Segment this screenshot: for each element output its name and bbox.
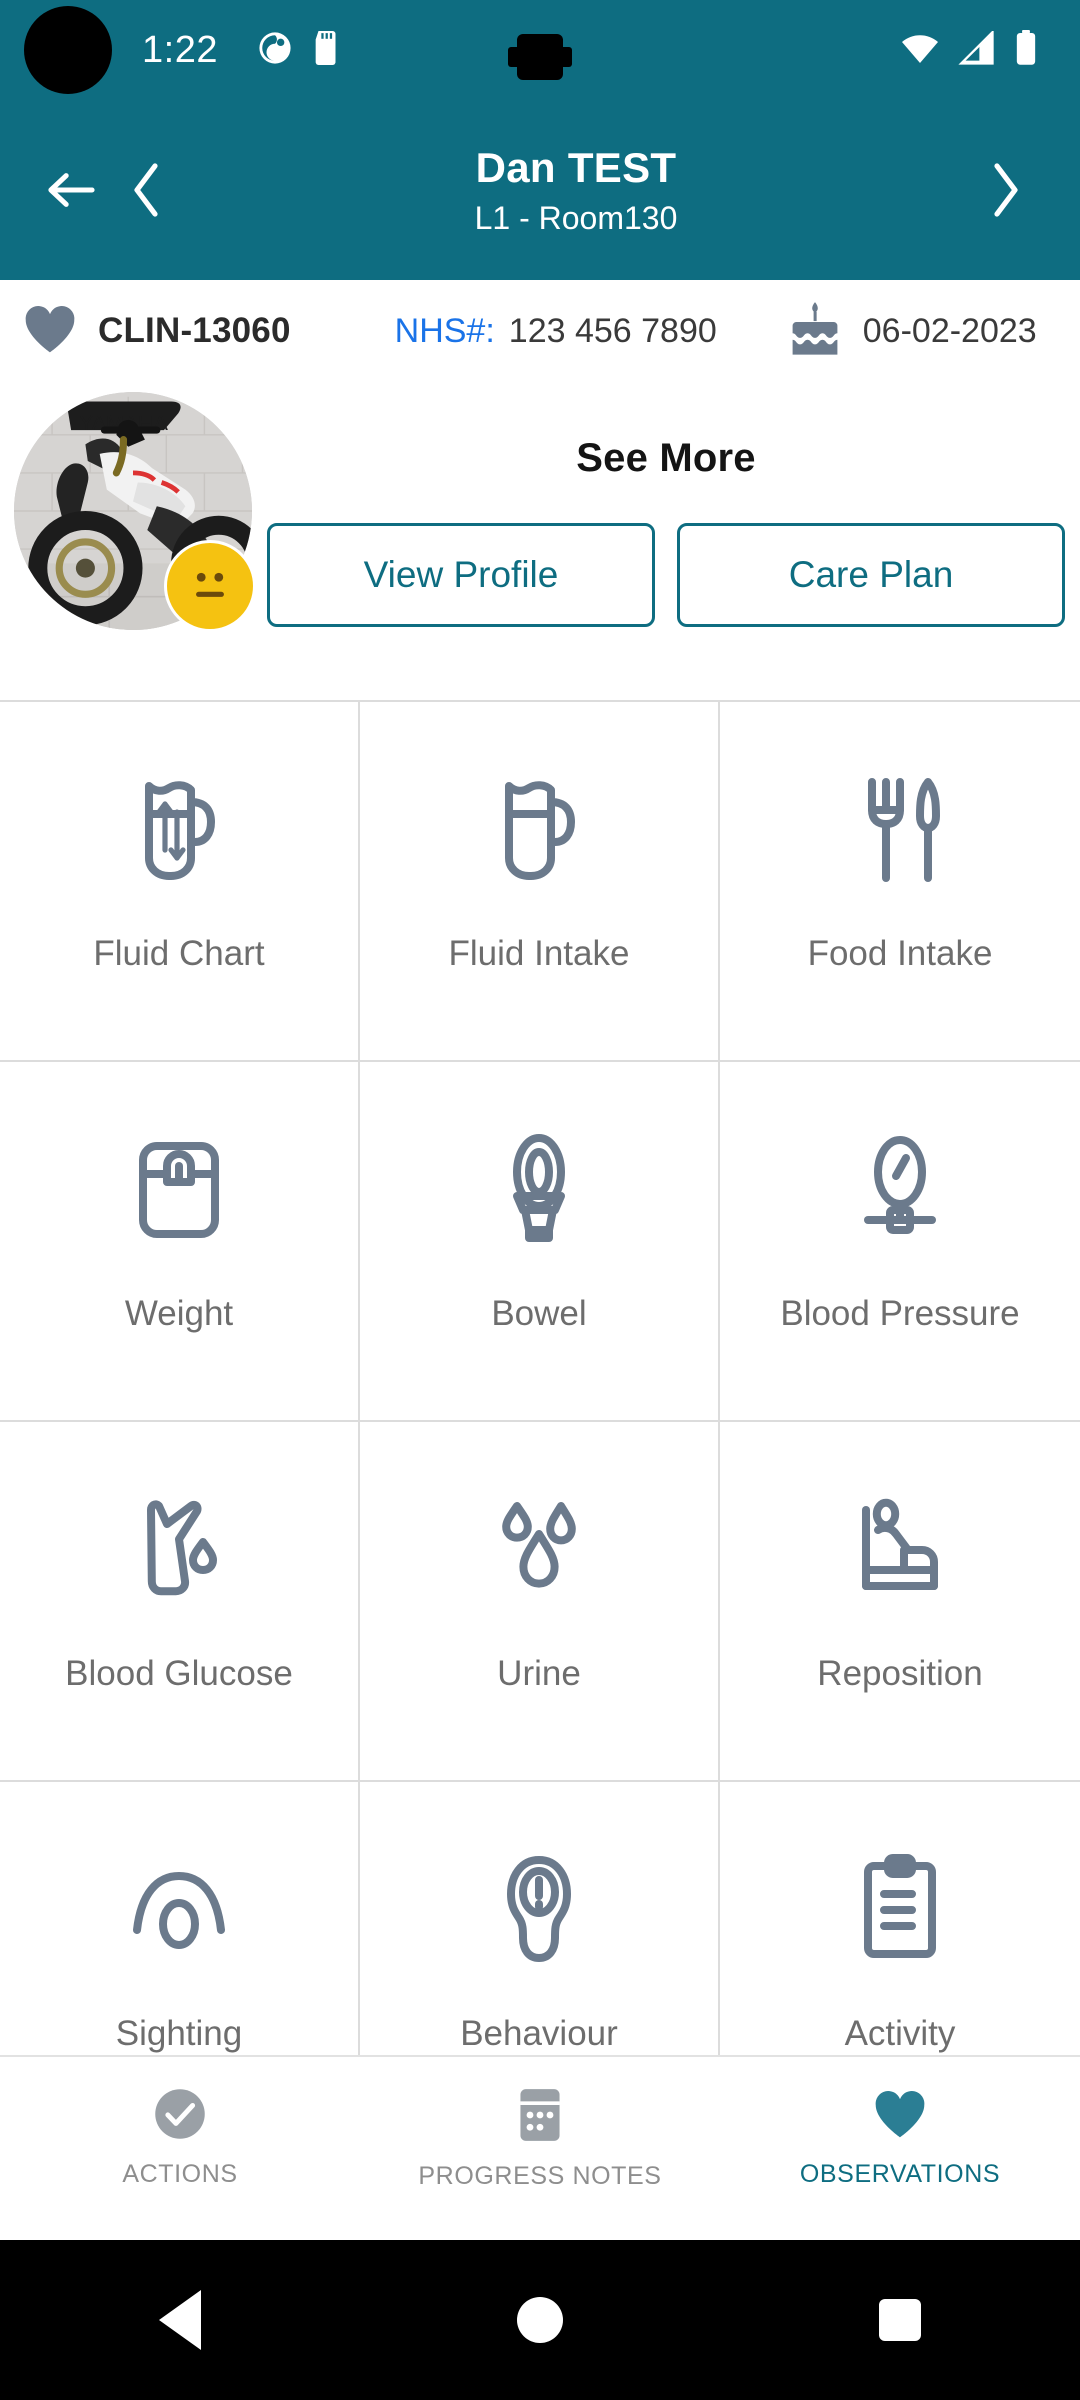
grid-item-label: Activity xyxy=(844,2014,956,2053)
front-camera-punch-hole xyxy=(24,6,112,94)
check-circle-icon xyxy=(153,2087,207,2146)
eye-icon xyxy=(123,1844,235,1976)
grid-item-fluid-intake[interactable]: Fluid Intake xyxy=(360,702,720,1062)
bottom-navigation-bar: ACTIONS PROGRESS NOTES OBSERVATIONS xyxy=(0,2055,1080,2240)
clipboard-icon xyxy=(844,1844,956,1976)
nhs-number-value: 123 456 7890 xyxy=(508,311,717,350)
battery-icon xyxy=(1014,29,1038,71)
grid-item-weight[interactable]: Weight xyxy=(0,1062,360,1422)
android-back-button[interactable] xyxy=(120,2290,240,2350)
view-profile-button[interactable]: View Profile xyxy=(267,523,655,627)
observations-grid-scroll-area[interactable]: Fluid Chart Fluid Intake Food Intake Wei… xyxy=(0,700,1080,2055)
pitcher-arrows-icon xyxy=(123,764,235,896)
avatar-wrapper[interactable]: YAMAHA xyxy=(14,392,256,632)
grid-item-label: Blood Glucose xyxy=(65,1654,293,1693)
date-of-birth-chip: 06-02-2023 xyxy=(789,301,1037,362)
grid-item-label: Sighting xyxy=(115,2014,243,2053)
chevron-left-icon[interactable] xyxy=(128,162,166,218)
sd-card-icon xyxy=(312,30,342,70)
profile-section: YAMAHA xyxy=(0,392,1080,692)
person-in-bed-icon xyxy=(844,1484,956,1616)
patient-info-bar: CLIN-13060 NHS#: 123 456 7890 06-02-2023 xyxy=(0,280,1080,382)
grid-item-label: Blood Pressure xyxy=(780,1294,1020,1333)
tab-actions[interactable]: ACTIONS xyxy=(0,2057,360,2189)
grid-item-label: Reposition xyxy=(817,1654,983,1693)
head-exclamation-icon xyxy=(483,1844,595,1976)
status-bar: 1:22 xyxy=(0,0,1080,100)
birthday-cake-icon xyxy=(789,301,841,362)
nhs-number-label: NHS#: xyxy=(394,311,495,350)
app-header-bar: Dan TEST L1 - Room130 xyxy=(0,100,1080,280)
water-drops-icon xyxy=(483,1484,595,1616)
app-notification-icon xyxy=(258,31,292,70)
observations-grid: Fluid Chart Fluid Intake Food Intake Wei… xyxy=(0,702,1080,2055)
arrow-left-icon[interactable] xyxy=(44,167,98,213)
hand-blood-drop-icon xyxy=(123,1484,235,1616)
grid-item-label: Food Intake xyxy=(807,934,993,973)
grid-item-behaviour[interactable]: Behaviour xyxy=(360,1782,720,2055)
grid-item-label: Weight xyxy=(124,1294,234,1333)
client-id-chip: CLIN-13060 xyxy=(0,303,291,360)
center-sensor-notch xyxy=(508,34,572,80)
grid-item-label: Behaviour xyxy=(460,2014,618,2053)
wifi-icon xyxy=(900,31,940,70)
grid-item-label: Fluid Chart xyxy=(93,934,265,973)
heart-icon xyxy=(872,2087,928,2146)
grid-item-activity[interactable]: Activity xyxy=(720,1782,1080,2055)
blood-pressure-gauge-icon xyxy=(844,1124,956,1256)
grid-item-bowel[interactable]: Bowel xyxy=(360,1062,720,1422)
grid-item-urine[interactable]: Urine xyxy=(360,1422,720,1782)
chevron-right-icon[interactable] xyxy=(986,162,1024,218)
notes-icon xyxy=(515,2087,565,2148)
grid-item-label: Fluid Intake xyxy=(448,934,630,973)
grid-item-label: Bowel xyxy=(491,1294,587,1333)
fork-knife-icon xyxy=(844,764,956,896)
mood-status-badge[interactable] xyxy=(164,540,256,632)
grid-item-fluid-chart[interactable]: Fluid Chart xyxy=(0,702,360,1062)
grid-item-blood-glucose[interactable]: Blood Glucose xyxy=(0,1422,360,1782)
weight-scale-icon xyxy=(123,1124,235,1256)
android-home-button[interactable] xyxy=(480,2297,600,2343)
grid-item-blood-pressure[interactable]: Blood Pressure xyxy=(720,1062,1080,1422)
date-of-birth-value: 06-02-2023 xyxy=(862,311,1037,350)
client-id-value: CLIN-13060 xyxy=(98,311,291,350)
care-plan-button[interactable]: Care Plan xyxy=(677,523,1065,627)
nhs-number-chip: NHS#: 123 456 7890 xyxy=(395,312,717,351)
android-system-nav-bar xyxy=(0,2240,1080,2400)
cellular-signal-icon xyxy=(958,28,996,70)
page-subtitle: L1 - Room130 xyxy=(474,199,678,236)
pitcher-icon xyxy=(483,764,595,896)
android-recents-button[interactable] xyxy=(840,2299,960,2341)
see-more-heading: See More xyxy=(576,436,756,480)
neutral-face-emoji xyxy=(179,553,241,620)
tab-label: OBSERVATIONS xyxy=(799,2160,1001,2188)
tab-progress-notes[interactable]: PROGRESS NOTES xyxy=(360,2057,720,2191)
status-bar-clock: 1:22 xyxy=(142,28,218,71)
tab-label: PROGRESS NOTES xyxy=(418,2162,662,2190)
heart-icon xyxy=(22,303,78,360)
phone-screen: 1:22 Dan TEST L1 - Room130 CLIN-13060 NH… xyxy=(0,0,1080,2400)
toilet-icon xyxy=(483,1124,595,1256)
grid-item-reposition[interactable]: Reposition xyxy=(720,1422,1080,1782)
grid-item-sighting[interactable]: Sighting xyxy=(0,1782,360,2055)
page-title: Dan TEST xyxy=(475,143,677,191)
tab-observations[interactable]: OBSERVATIONS xyxy=(720,2057,1080,2189)
tab-label: ACTIONS xyxy=(122,2160,238,2188)
grid-item-food-intake[interactable]: Food Intake xyxy=(720,702,1080,1062)
grid-item-label: Urine xyxy=(497,1654,581,1693)
